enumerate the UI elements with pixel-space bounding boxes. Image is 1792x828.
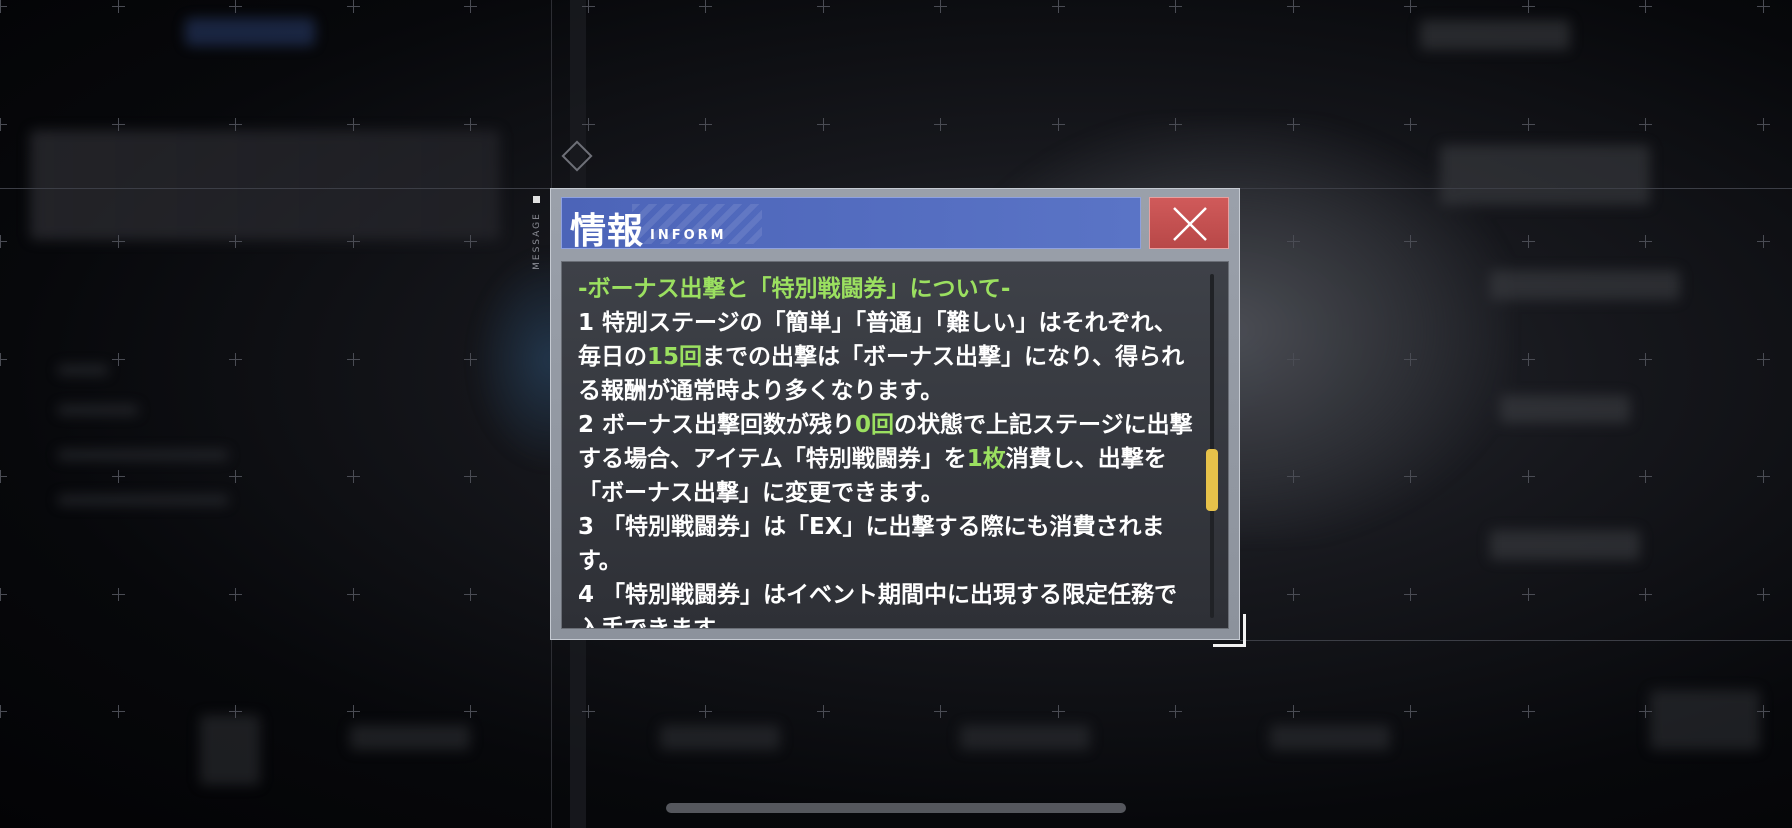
highlight-value: 1枚 (966, 446, 1006, 472)
background-tab (185, 18, 315, 46)
highlight-value: 15回 (647, 344, 703, 370)
info-item-1: 1 特別ステージの「簡単」「普通」「難しい」はそれぞれ、毎日の15回までの出撃は… (578, 306, 1193, 408)
background-title-blur (30, 130, 500, 240)
info-item-3: 3 「特別戦闘券」は「EX」に出撃する際にも消費されます。 (578, 514, 1165, 574)
info-dialog: 情報 INFORM -ボーナス出撃と「特別戦闘券」について- 1 特別ステージの… (550, 188, 1240, 640)
dialog-title-bar: 情報 INFORM (561, 197, 1141, 249)
scrollbar-track[interactable] (1210, 274, 1214, 618)
info-item-2: 2 ボーナス出撃回数が残り0回の状態で上記ステージに出撃する場合、アイテム「特別… (578, 408, 1193, 510)
background-line (1240, 640, 1792, 641)
close-button[interactable] (1149, 197, 1229, 249)
side-label: MESSAGE (531, 212, 542, 270)
info-text-span: 2 ボーナス出撃回数が残り (578, 412, 856, 438)
dialog-content[interactable]: -ボーナス出撃と「特別戦闘券」について- 1 特別ステージの「簡単」「普通」「難… (561, 261, 1229, 629)
side-tag: MESSAGE (530, 196, 544, 286)
highlight-value: 0回 (855, 412, 895, 438)
info-text: -ボーナス出撃と「特別戦闘券」について- 1 特別ステージの「簡単」「普通」「難… (578, 272, 1193, 629)
square-icon (533, 196, 540, 203)
dialog-corner-mark (1213, 614, 1246, 647)
close-icon[interactable] (1170, 204, 1210, 244)
info-item-4: 4 「特別戦闘券」はイベント期間中に出現する限定任務で入手できます。 (578, 582, 1178, 629)
home-indicator[interactable] (666, 803, 1126, 813)
dialog-subtitle: INFORM (650, 228, 727, 243)
dialog-title: 情報 (570, 211, 645, 249)
info-heading: -ボーナス出撃と「特別戦闘券」について- (578, 276, 1011, 302)
scrollbar-thumb[interactable] (1206, 448, 1218, 511)
